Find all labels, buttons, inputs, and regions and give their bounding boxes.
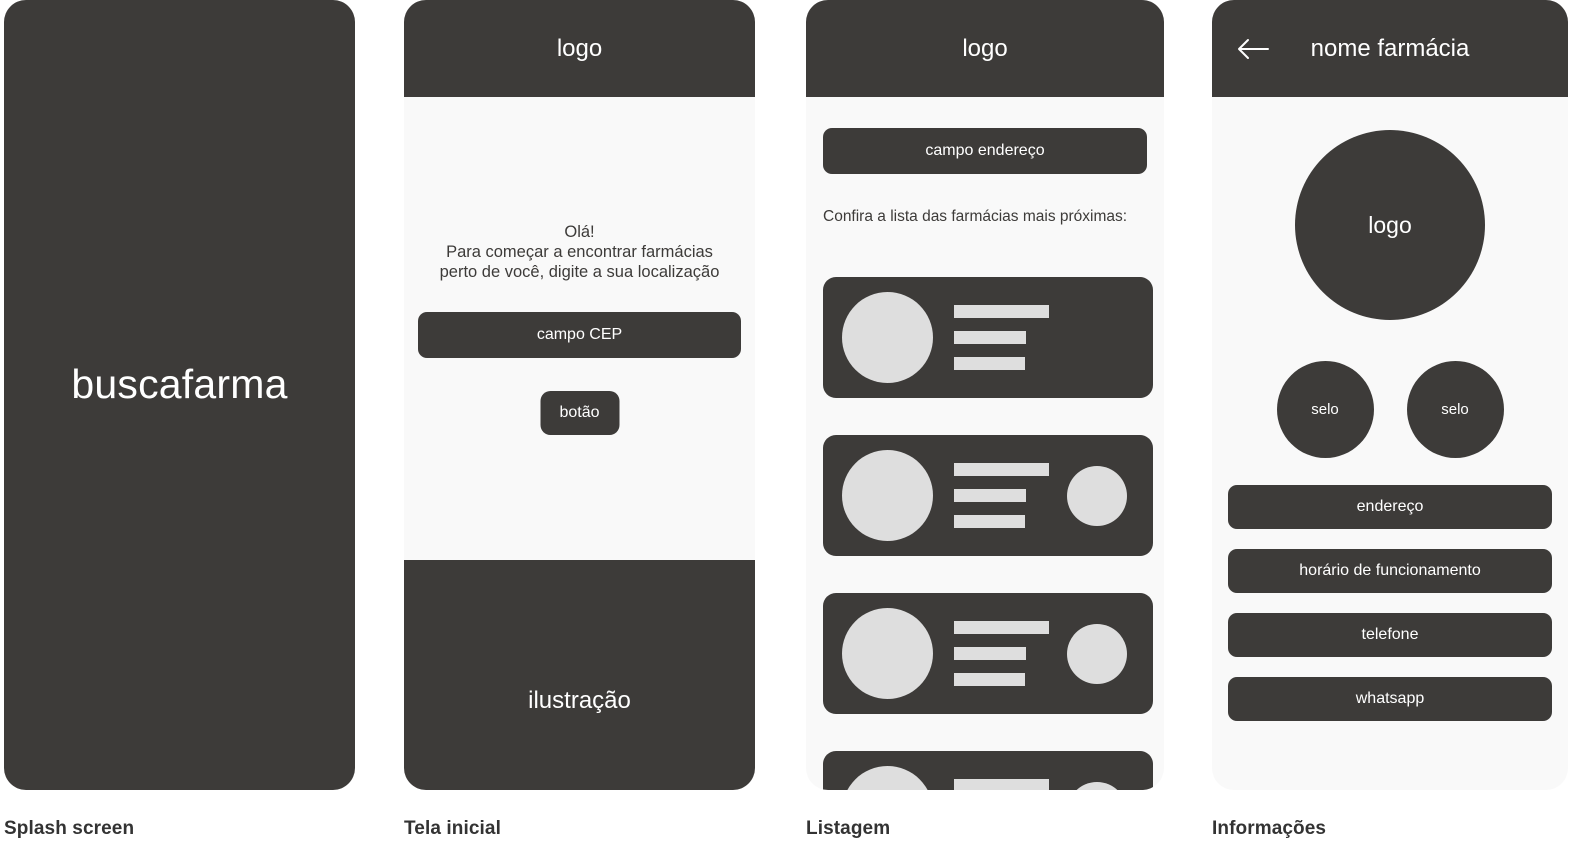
pharmacy-badge-placeholder [1067,465,1127,526]
address-input-label: campo endereço [925,142,1045,159]
info-button-whatsapp[interactable]: whatsapp [1228,677,1552,721]
screen-list: logo campo endereço Confira a lista das … [806,0,1164,790]
info-button-list: endereço horário de funcionamento telefo… [1228,485,1552,721]
pharmacy-avatar-placeholder [842,766,933,790]
pharmacy-text-placeholder [954,779,1067,790]
seal-badge-label: selo [1311,401,1339,418]
pharmacy-avatar-placeholder [842,450,933,541]
screen-info: nome farmácia logo selo selo endereço ho… [1212,0,1568,790]
placeholder-line [954,621,1049,634]
list-topbar: logo [806,0,1164,97]
pharmacy-logo-label: logo [1368,211,1412,238]
pharmacy-card-list [823,277,1153,790]
submit-button[interactable]: botão [540,391,619,435]
cep-input-label: campo CEP [536,326,623,343]
placeholder-line [954,305,1049,318]
seal-row: selo selo [1212,361,1568,458]
list-lead-text: Confira a lista das farmácias mais próxi… [823,208,1128,225]
placeholder-line [954,647,1026,660]
placeholder-line [954,515,1025,528]
pharmacy-card[interactable] [823,435,1153,556]
info-button-phone[interactable]: telefone [1228,613,1552,657]
pharmacy-card[interactable] [823,277,1153,398]
info-button-address[interactable]: endereço [1228,485,1552,529]
info-button-label: whatsapp [1355,690,1425,707]
caption-home: Tela inicial [404,818,501,839]
greeting-line-2: Para começar a encontrar farmácias [446,243,713,261]
pharmacy-badge-placeholder [1067,781,1127,790]
info-button-label: horário de funcionamento [1299,562,1481,579]
home-greeting: Olá! Para começar a encontrar farmácias … [418,222,741,282]
seal-badge[interactable]: selo [1406,361,1504,458]
pharmacy-avatar-placeholder [842,292,933,383]
pharmacy-text-placeholder [954,305,1153,370]
screen-home: logo Olá! Para começar a encontrar farmá… [404,0,755,790]
illustration-label: ilustração [528,687,631,714]
info-button-label: endereço [1356,498,1424,515]
placeholder-line [954,331,1026,344]
seal-badge[interactable]: selo [1276,361,1374,458]
greeting-line-1: Olá! [564,223,595,241]
list-logo-label: logo [962,34,1008,62]
pharmacy-card[interactable] [823,593,1153,714]
pharmacy-name-title: nome farmácia [1310,34,1470,62]
info-button-hours[interactable]: horário de funcionamento [1228,549,1552,593]
screen-splash: buscafarma [4,0,355,790]
submit-button-label: botão [559,404,600,421]
home-topbar: logo [404,0,755,97]
pharmacy-avatar-placeholder [842,608,933,699]
caption-splash: Splash screen [4,818,135,839]
greeting-line-3: perto de você, digite a sua localização [439,263,720,281]
caption-list: Listagem [806,818,891,839]
placeholder-line [954,463,1049,476]
pharmacy-card[interactable] [823,751,1153,790]
info-button-label: telefone [1361,626,1419,643]
home-logo-label: logo [556,34,603,62]
app-title: buscafarma [71,361,288,407]
address-input[interactable]: campo endereço [823,128,1147,174]
info-topbar: nome farmácia [1212,0,1568,97]
pharmacy-text-placeholder [954,621,1067,686]
caption-info: Informações [1212,818,1327,839]
placeholder-line [954,489,1026,502]
placeholder-line [954,357,1025,370]
placeholder-line [954,779,1049,790]
pharmacy-logo: logo [1295,130,1485,320]
seal-badge-label: selo [1441,401,1469,418]
pharmacy-text-placeholder [954,463,1067,528]
cep-input[interactable]: campo CEP [418,312,741,358]
home-illustration: ilustração [404,560,755,790]
pharmacy-badge-placeholder [1067,623,1127,684]
placeholder-line [954,673,1025,686]
